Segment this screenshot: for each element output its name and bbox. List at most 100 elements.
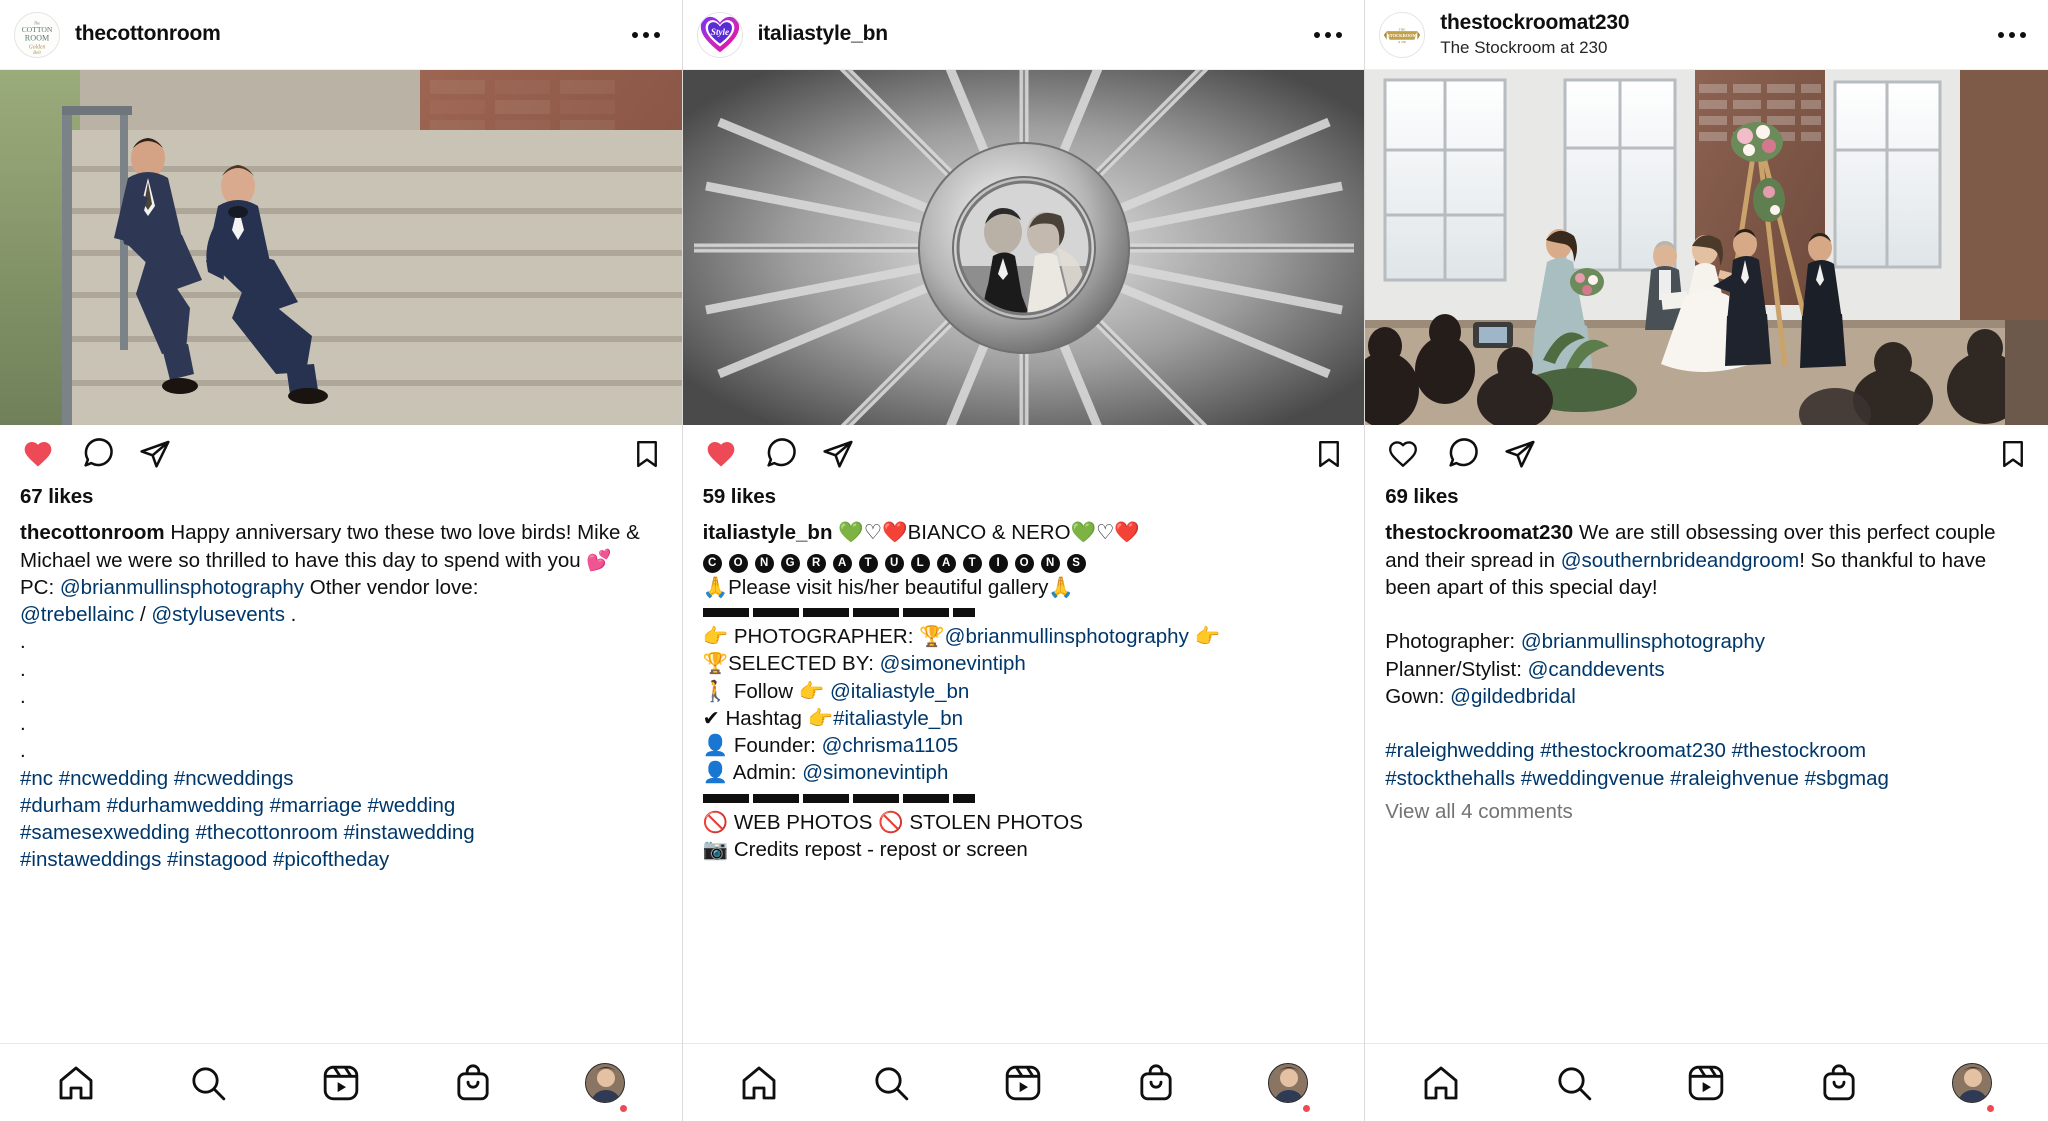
bookmark-icon[interactable]: [1998, 438, 2028, 470]
heart-outline-icon[interactable]: [1385, 438, 1421, 470]
post-header: THE STOCKROOM at 230 thestockroomat230 T…: [1365, 0, 2048, 70]
caption-dot-2: .: [20, 657, 26, 681]
notification-dot: [1303, 1104, 1310, 1112]
credit-mention[interactable]: @gildedbridal: [1450, 685, 1576, 708]
view-all-comments-link[interactable]: View all 4 comments: [1385, 798, 2028, 825]
heart-emojis-left: 💚♡❤️: [838, 520, 908, 545]
post-image[interactable]: [1365, 70, 2048, 425]
walking-person-icon: 🚶: [702, 678, 729, 703]
credit-mention[interactable]: @canddevents: [1528, 658, 1665, 681]
row-mention[interactable]: @brianmullinsphotography: [945, 625, 1189, 648]
comment-icon[interactable]: [1445, 438, 1479, 470]
avatar[interactable]: THE STOCKROOM at 230: [1379, 11, 1426, 58]
post-image[interactable]: [0, 70, 682, 425]
nav-shop[interactable]: [442, 1052, 504, 1114]
heart-filled-icon[interactable]: [20, 438, 56, 470]
nav-shop[interactable]: [1808, 1052, 1870, 1114]
nav-home[interactable]: [45, 1052, 107, 1114]
row-mention[interactable]: @chrisma1105: [822, 734, 959, 757]
circled-letter: R: [806, 553, 826, 573]
bookmark-icon[interactable]: [1314, 438, 1344, 470]
row-label: PHOTOGRAPHER:: [733, 625, 920, 648]
nav-search[interactable]: [860, 1052, 922, 1114]
post-image[interactable]: [682, 70, 1365, 425]
post-username[interactable]: thestockroomat230: [1440, 11, 1984, 36]
circled-letter: A: [832, 553, 852, 573]
bookmark-icon[interactable]: [632, 438, 662, 470]
credit-row-admin: 👤 Admin: @simonevintiph: [703, 759, 1345, 786]
credit-mention[interactable]: @brianmullinsphotography: [1521, 630, 1765, 653]
caption-username[interactable]: thecottonroom: [20, 521, 165, 544]
nav-profile[interactable]: [1257, 1052, 1319, 1114]
warning-text-1: WEB PHOTOS: [733, 810, 873, 834]
bottom-navigation-bar: [1365, 1043, 2048, 1121]
nav-profile[interactable]: [1941, 1052, 2003, 1114]
vendor-mention-1[interactable]: @trebellainc: [20, 603, 134, 626]
post-column-1: The COTTON ROOM Golden Belt thecottonroo…: [0, 0, 683, 1121]
nav-search[interactable]: [1543, 1052, 1605, 1114]
nav-reels[interactable]: [1675, 1052, 1737, 1114]
caption-dot-4: .: [20, 712, 26, 735]
share-icon[interactable]: [138, 438, 172, 470]
credit-label: Photographer:: [1385, 630, 1521, 654]
share-icon[interactable]: [1503, 438, 1537, 470]
hashtag-line-1[interactable]: #raleighwedding #thestockroomat230 #thes…: [1385, 737, 2028, 764]
post-username[interactable]: thecottonroom: [75, 22, 618, 47]
stockroom-logo-icon: THE STOCKROOM at 230: [1380, 12, 1425, 57]
magazine-mention[interactable]: @southernbrideandgroom: [1561, 549, 1799, 572]
nav-reels[interactable]: [992, 1052, 1054, 1114]
nav-home[interactable]: [728, 1052, 790, 1114]
circled-letter: U: [884, 553, 904, 573]
hashtag-line-3[interactable]: #samesexwedding #thecottonroom #instawed…: [20, 819, 662, 846]
row-label: Admin:: [732, 761, 803, 785]
camera-icon: 📷: [702, 836, 729, 861]
caption-username[interactable]: italiastyle_bn: [703, 521, 833, 544]
row-mention[interactable]: @italiastyle_bn: [830, 680, 969, 703]
more-options-icon[interactable]: [628, 22, 664, 48]
hashtag-line-1[interactable]: #nc #ncwedding #ncweddings: [20, 765, 662, 792]
warning-line: 🚫 WEB PHOTOS 🚫 STOLEN PHOTOS: [703, 809, 1345, 836]
avatar[interactable]: Style: [696, 11, 743, 58]
notification-dot: [1986, 1104, 1994, 1112]
row-mention[interactable]: @simonevintiph: [880, 652, 1026, 675]
trophy-icon: 🏆: [702, 651, 729, 676]
post-username[interactable]: italiastyle_bn: [758, 22, 1301, 47]
row-mention[interactable]: @simonevintiph: [802, 761, 948, 784]
nav-reels[interactable]: [310, 1052, 372, 1114]
credit-photographer: Photographer: @brianmullinsphotography: [1385, 628, 2028, 655]
hashtag-line-2[interactable]: #durham #durhamwedding #marriage #weddin…: [20, 792, 662, 819]
likes-count[interactable]: 59 likes: [703, 483, 1345, 510]
credit-row-founder: 👤 Founder: @chrisma1105: [703, 732, 1345, 759]
comment-icon[interactable]: [80, 438, 114, 470]
circled-letter: C: [702, 553, 722, 573]
credit-planner: Planner/Stylist: @canddevents: [1385, 656, 2028, 683]
vendor-separator: /: [134, 603, 152, 626]
nav-home[interactable]: [1410, 1052, 1472, 1114]
credit-row-follow: 🚶 Follow 👉 @italiastyle_bn: [703, 678, 1345, 705]
heart-filled-icon[interactable]: [703, 438, 739, 470]
praying-hands-emoji-left: 🙏: [702, 574, 729, 599]
row-mention[interactable]: #italiastyle_bn: [833, 707, 963, 730]
svg-text:STOCKROOM: STOCKROOM: [1387, 32, 1417, 37]
hashtag-line-2[interactable]: #stockthehalls #weddingvenue #raleighven…: [1385, 765, 2028, 792]
avatar[interactable]: The COTTON ROOM Golden Belt: [14, 11, 60, 58]
svg-text:ROOM: ROOM: [25, 33, 49, 42]
photographer-mention[interactable]: @brianmullinsphotography: [60, 576, 304, 599]
caption-username[interactable]: thestockroomat230: [1385, 521, 1573, 544]
likes-count[interactable]: 67 likes: [20, 483, 662, 510]
likes-count[interactable]: 69 likes: [1385, 483, 2028, 510]
comment-icon[interactable]: [763, 438, 797, 470]
post-header: Style italiastyle_bn: [682, 0, 1365, 70]
row-label: Hashtag: [725, 706, 808, 730]
more-options-icon[interactable]: [1994, 22, 2030, 48]
nav-shop[interactable]: [1125, 1052, 1187, 1114]
more-options-icon[interactable]: [1310, 22, 1346, 48]
share-icon[interactable]: [821, 438, 855, 470]
vendor-mention-2[interactable]: @stylusevents: [151, 603, 285, 626]
hashtag-line-4[interactable]: #instaweddings #instagood #picoftheday: [20, 846, 662, 873]
nav-profile[interactable]: [574, 1052, 636, 1114]
row-label: Founder:: [733, 734, 822, 757]
bottom-navigation-bar: [0, 1043, 682, 1121]
nav-search[interactable]: [177, 1052, 239, 1114]
